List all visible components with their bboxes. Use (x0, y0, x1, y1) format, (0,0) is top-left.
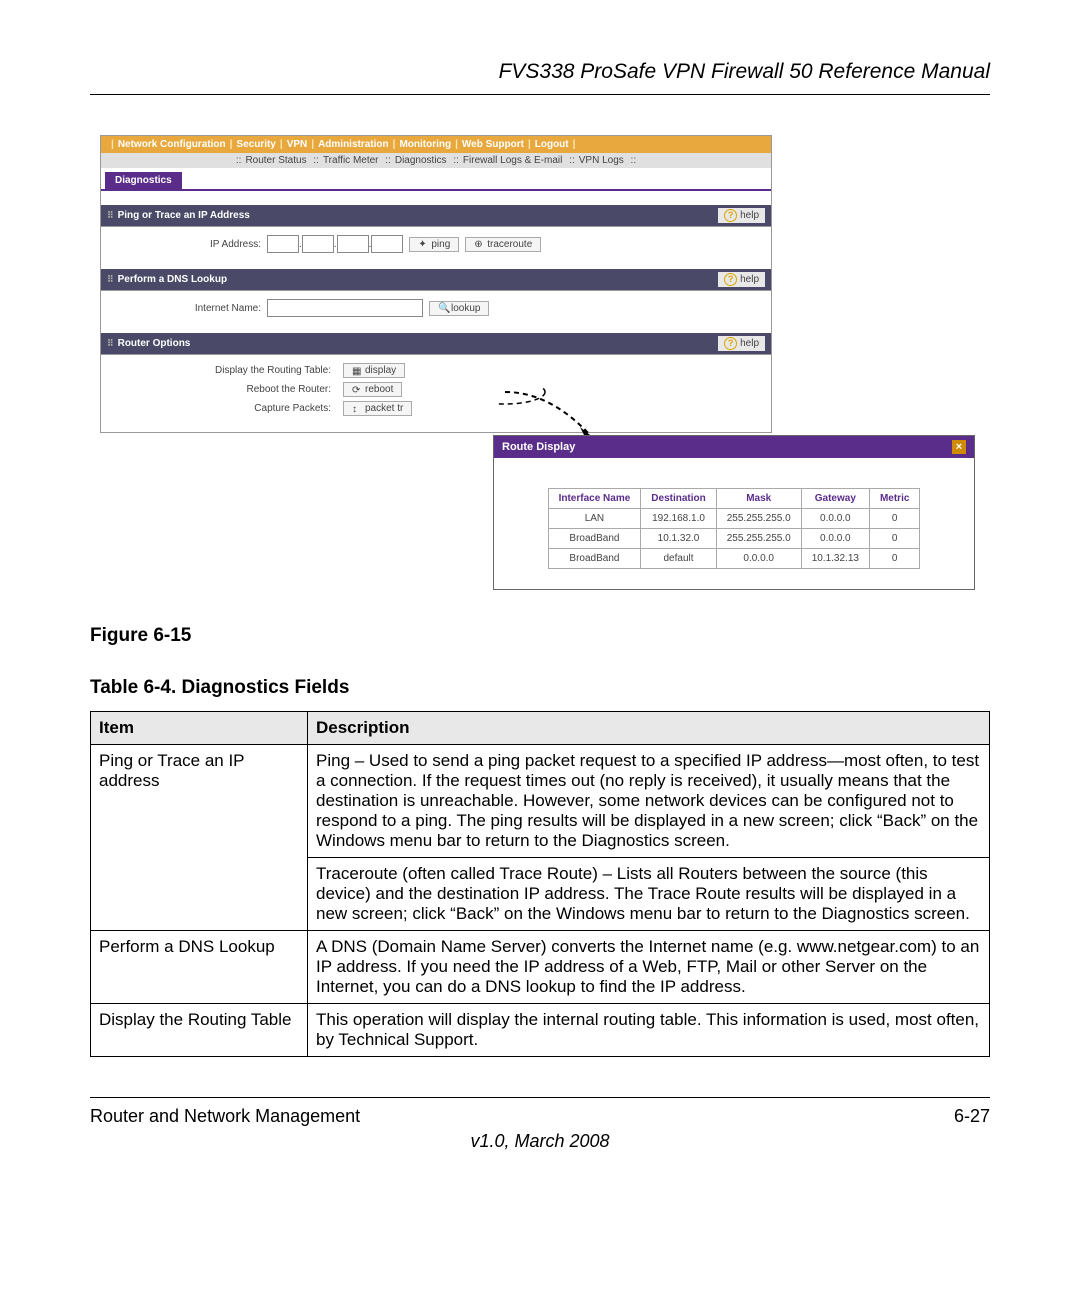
footer-rule (90, 1097, 990, 1098)
power-icon: ⟳ (352, 385, 362, 395)
traceroute-button[interactable]: ⊕traceroute (465, 237, 541, 252)
subnav-router-status[interactable]: Router Status (245, 155, 306, 166)
table-row: BroadBand10.1.32.0255.255.255.00.0.0.00 (548, 529, 920, 549)
cell-desc: Ping – Used to send a ping packet reques… (308, 745, 990, 858)
table-row: Display the Routing Table This operation… (91, 1004, 990, 1057)
col-mask: Mask (716, 489, 801, 509)
display-button[interactable]: ▦display (343, 363, 405, 378)
cell-desc: This operation will display the internal… (308, 1004, 990, 1057)
reboot-button[interactable]: ⟳reboot (343, 382, 402, 397)
magnify-icon: 🔍 (438, 303, 448, 313)
reboot-label: Reboot the Router: (111, 384, 337, 395)
nav-monitoring[interactable]: Monitoring (399, 139, 451, 150)
section-options-title: Router Options (107, 338, 190, 349)
nav-vpn[interactable]: VPN (287, 139, 308, 150)
ip-octet-3[interactable] (337, 235, 369, 253)
col-gateway: Gateway (801, 489, 869, 509)
section-ping-head: Ping or Trace an IP Address ?help (101, 205, 771, 227)
tab-row: Diagnostics (101, 168, 771, 191)
col-item: Item (91, 712, 308, 745)
subnav-vpn-logs[interactable]: VPN Logs (579, 155, 624, 166)
diagnostics-fields-table: Item Description Ping or Trace an IP add… (90, 711, 990, 1057)
nav-administration[interactable]: Administration (318, 139, 389, 150)
col-interface: Interface Name (548, 489, 641, 509)
table-row: Perform a DNS Lookup A DNS (Domain Name … (91, 931, 990, 1004)
ip-octet-2[interactable] (302, 235, 334, 253)
close-icon[interactable]: × (952, 440, 966, 454)
figure-caption: Figure 6-15 (90, 625, 990, 647)
footer-page-number: 6-27 (954, 1106, 990, 1127)
cell-item: Ping or Trace an IP address (91, 745, 308, 931)
cell-item: Perform a DNS Lookup (91, 931, 308, 1004)
col-description: Description (308, 712, 990, 745)
help-ping[interactable]: help (740, 210, 759, 221)
help-dns[interactable]: help (740, 274, 759, 285)
capture-button[interactable]: ↕packet tr (343, 401, 412, 416)
ip-octet-4[interactable] (371, 235, 403, 253)
table-icon: ▦ (352, 366, 362, 376)
table-row: Ping or Trace an IP address Ping – Used … (91, 745, 990, 858)
tab-diagnostics[interactable]: Diagnostics (105, 172, 182, 189)
router-ui: | Network Configuration| Security| VPN| … (100, 135, 772, 433)
section-dns-head: Perform a DNS Lookup ?help (101, 269, 771, 291)
section-ping-title: Ping or Trace an IP Address (107, 210, 250, 221)
capture-icon: ↕ (352, 404, 362, 414)
nav-logout[interactable]: Logout (535, 139, 569, 150)
table-row: BroadBanddefault0.0.0.010.1.32.130 (548, 549, 920, 569)
lookup-button[interactable]: 🔍lookup (429, 301, 489, 316)
nav-web-support[interactable]: Web Support (462, 139, 524, 150)
table-caption: Table 6-4. Diagnostics Fields (90, 677, 990, 699)
section-options-head: Router Options ?help (101, 333, 771, 355)
doc-header-title: FVS338 ProSafe VPN Firewall 50 Reference… (90, 60, 990, 84)
route-display-popup: Route Display × Interface Name Destinati… (493, 435, 975, 590)
cell-desc: A DNS (Domain Name Server) converts the … (308, 931, 990, 1004)
ping-button[interactable]: ✦ping (409, 237, 459, 252)
section-dns-title: Perform a DNS Lookup (107, 274, 227, 285)
popup-title: Route Display (502, 441, 575, 453)
col-destination: Destination (641, 489, 716, 509)
help-icon[interactable]: ? (724, 209, 737, 222)
ip-address-label: IP Address: (111, 239, 267, 250)
internet-name-input[interactable] (267, 299, 423, 317)
route-table: Interface Name Destination Mask Gateway … (548, 488, 921, 569)
display-routing-label: Display the Routing Table: (111, 365, 337, 376)
top-nav: | Network Configuration| Security| VPN| … (101, 136, 771, 153)
help-icon[interactable]: ? (724, 273, 737, 286)
table-row: LAN192.168.1.0255.255.255.00.0.0.00 (548, 509, 920, 529)
capture-label: Capture Packets: (111, 403, 337, 414)
ip-octet-1[interactable] (267, 235, 299, 253)
ping-icon: ✦ (418, 239, 428, 249)
sub-nav: ::Router Status ::Traffic Meter ::Diagno… (101, 153, 771, 168)
subnav-diagnostics[interactable]: Diagnostics (395, 155, 447, 166)
subnav-firewall-logs[interactable]: Firewall Logs & E-mail (463, 155, 562, 166)
footer-chapter: Router and Network Management (90, 1106, 360, 1127)
help-icon[interactable]: ? (724, 337, 737, 350)
internet-name-label: Internet Name: (111, 303, 267, 314)
cell-item: Display the Routing Table (91, 1004, 308, 1057)
header-rule (90, 94, 990, 95)
figure-wrap: | Network Configuration| Security| VPN| … (100, 135, 990, 615)
nav-network-config[interactable]: Network Configuration (118, 139, 226, 150)
globe-icon: ⊕ (474, 239, 484, 249)
footer-version: v1.0, March 2008 (90, 1131, 990, 1152)
help-options[interactable]: help (740, 338, 759, 349)
cell-desc: Traceroute (often called Trace Route) – … (308, 858, 990, 931)
col-metric: Metric (869, 489, 919, 509)
nav-security[interactable]: Security (236, 139, 275, 150)
subnav-traffic-meter[interactable]: Traffic Meter (323, 155, 379, 166)
